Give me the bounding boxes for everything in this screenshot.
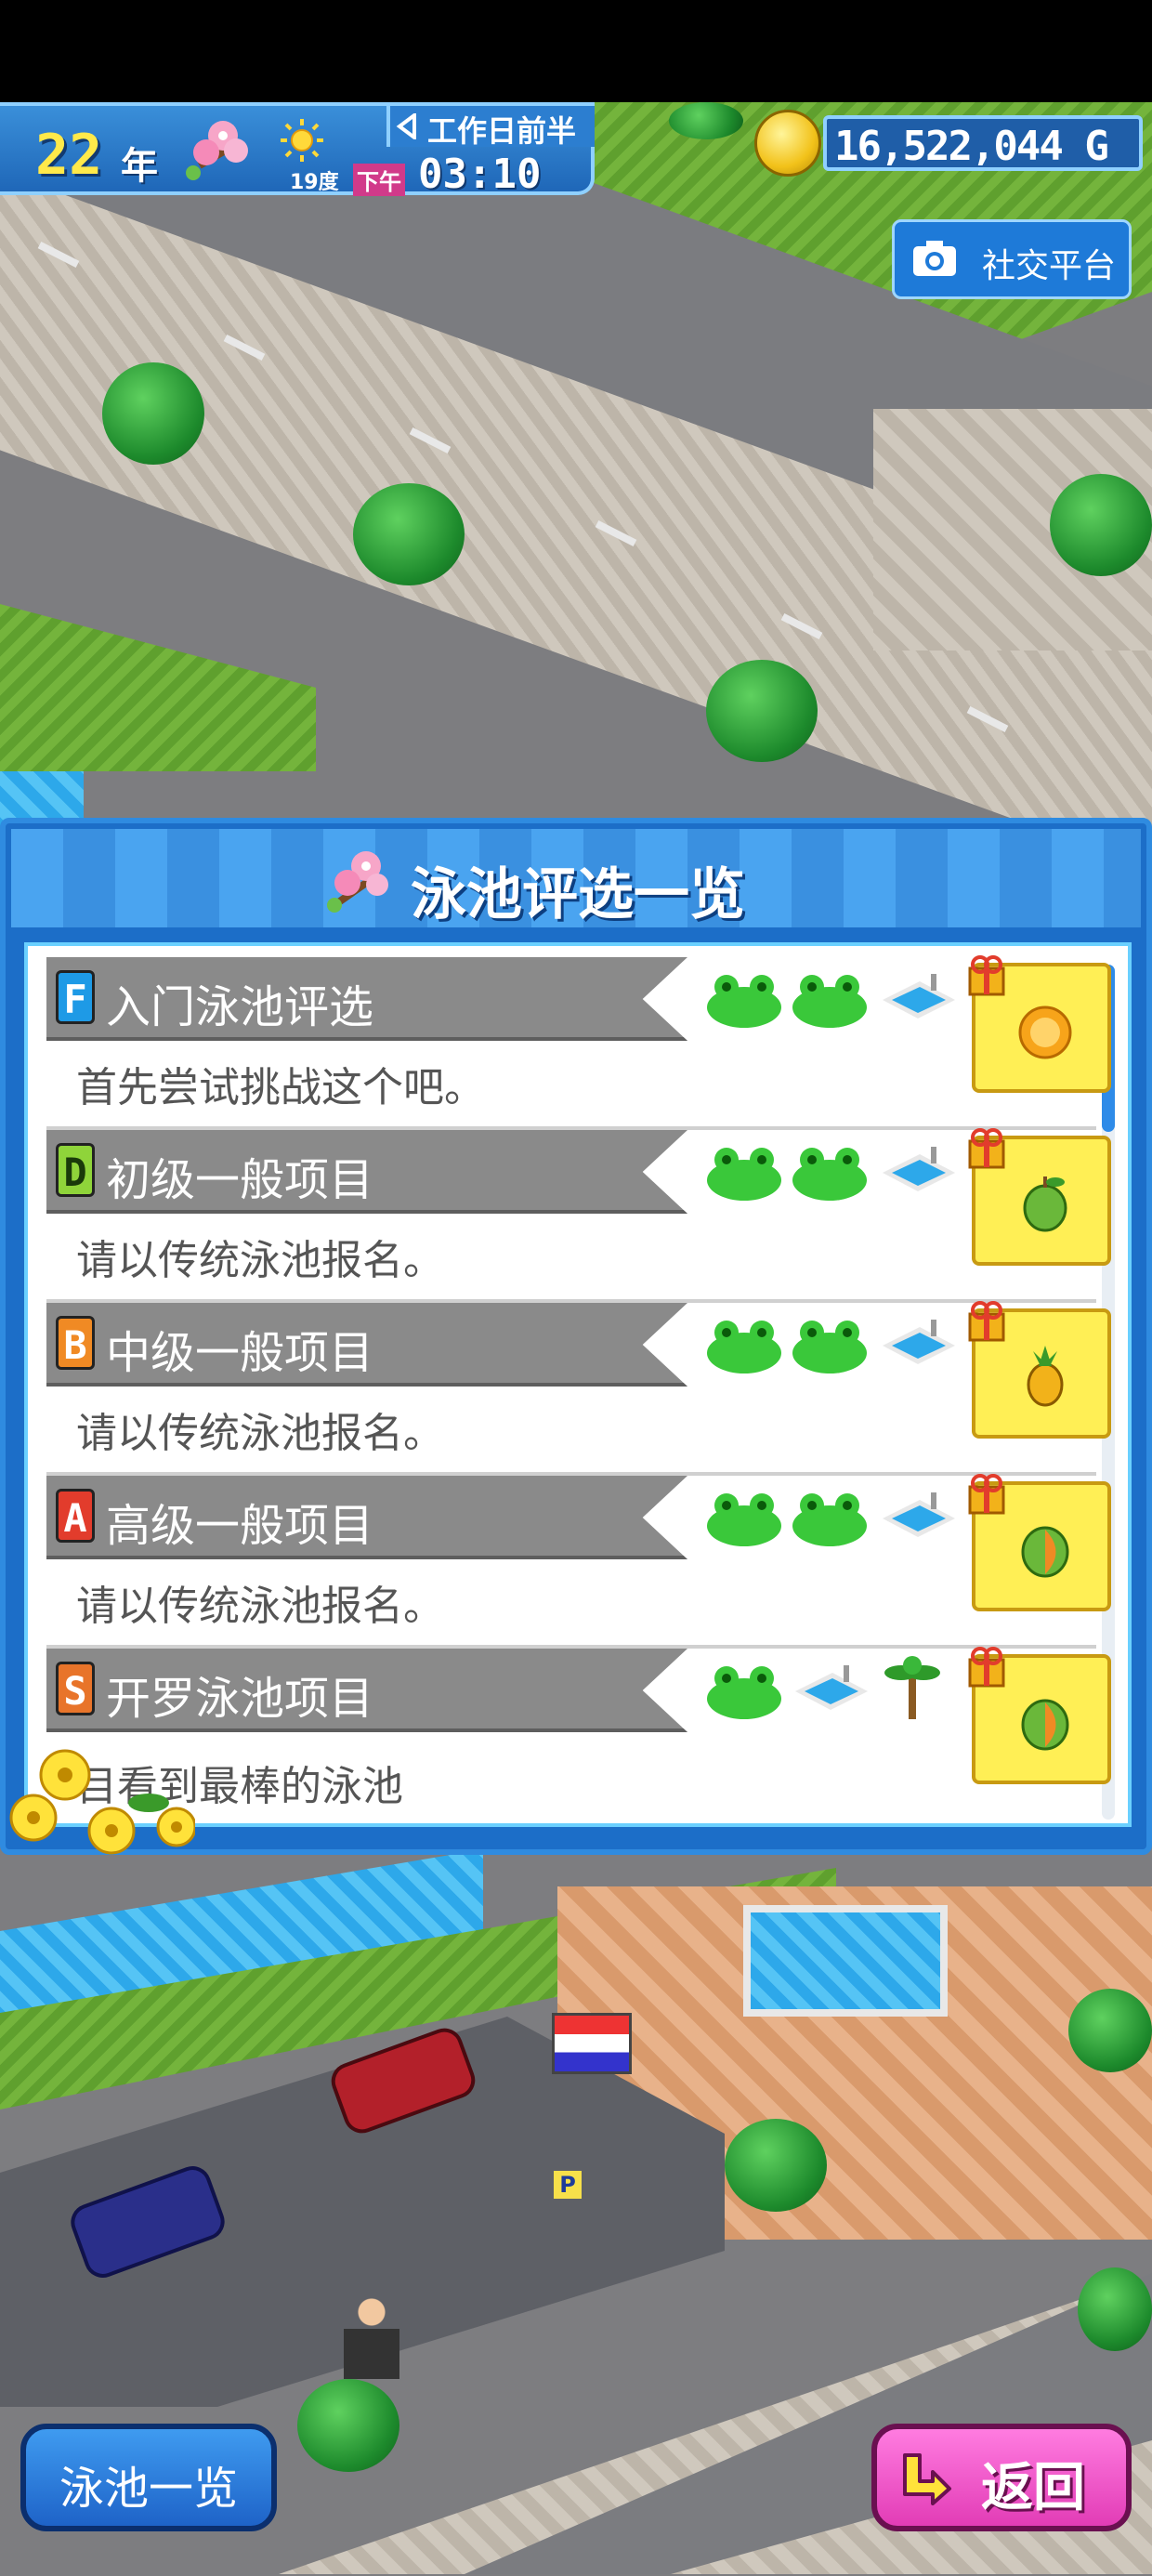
contest-item[interactable]: B 中级一般项目 请以传统泳池报名。: [46, 1301, 1111, 1476]
frog-rank-icon: [707, 1148, 781, 1201]
cherry-blossom-icon: [327, 851, 388, 913]
pool-icon: [883, 1147, 955, 1191]
grade-badge: B: [56, 1316, 95, 1370]
contest-title: 初级一般项目: [106, 1154, 374, 1206]
pool-list-button[interactable]: 泳池一览: [20, 2424, 277, 2531]
hud-period-tab: 工作日前半: [386, 106, 595, 149]
flag-sign: [552, 2013, 632, 2074]
hud-period-label: 工作日前半: [427, 113, 577, 149]
grade-badge: F: [56, 970, 95, 1024]
dialog-header: 泳池评选一览: [11, 829, 1141, 927]
frog-rank-icon: [707, 1321, 781, 1373]
status-bar: [0, 0, 1152, 102]
frog-rank-icon: [707, 1493, 781, 1546]
contest-item[interactable]: A 高级一般项目 请以传统泳池报名。: [46, 1474, 1111, 1649]
hud-ampm: 下午: [353, 164, 405, 196]
sun-weather-icon: [281, 119, 323, 162]
contest-description: 请以传统泳池报名。: [76, 1583, 444, 1630]
social-platform-label: 社交平台: [982, 247, 1117, 285]
frog-rank-icon: [792, 1493, 867, 1546]
contest-description: 请以传统泳池报名。: [76, 1410, 444, 1457]
contest-item[interactable]: S 开罗泳池项目 目看到最棒的泳池: [46, 1647, 1111, 1821]
orange-icon: [1018, 1005, 1072, 1059]
frog-rank-icon: [707, 1666, 781, 1719]
gift-icon: [968, 955, 1005, 996]
contest-description: 首先尝试挑战这个吧。: [76, 1064, 485, 1111]
money-value: 16,522,044 G: [834, 123, 1109, 170]
pool-icon: [795, 1665, 868, 1710]
frog-rank-icon: [792, 975, 867, 1028]
grade-badge: S: [56, 1662, 95, 1715]
gift-icon: [968, 1647, 1005, 1688]
hud-year: 22: [35, 123, 103, 188]
contest-title: 入门泳池评选: [106, 981, 374, 1033]
gold-coin-icon: [754, 110, 821, 177]
papaya-icon: [1021, 1699, 1069, 1751]
hud-date-time-panel: 22 年 19度 下午 03:10 工作日前半: [0, 102, 595, 198]
people-walking: [344, 2295, 399, 2379]
back-button[interactable]: 返回: [871, 2424, 1132, 2531]
social-platform-button[interactable]: 社交平台: [892, 219, 1132, 299]
cherry-blossom-icon: [186, 121, 248, 180]
frog-rank-icon: [707, 975, 781, 1028]
pool-list-label: 泳池一览: [59, 2463, 238, 2515]
gift-icon: [968, 1301, 1005, 1342]
pool-icon: [883, 1492, 955, 1537]
contest-title: 高级一般项目: [106, 1500, 374, 1552]
pool-icon: [883, 1320, 955, 1364]
back-label: 返回: [981, 2458, 1085, 2518]
papaya-icon: [1021, 1526, 1069, 1578]
reward-box[interactable]: [968, 1128, 1111, 1266]
green-apple-icon: [1023, 1176, 1067, 1232]
pool-icon: [883, 974, 955, 1019]
hud-time: 03:10: [418, 151, 542, 198]
hud-year-unit: 年: [121, 145, 158, 188]
contest-item[interactable]: F 入门泳池评选 首先尝试挑战这个吧。: [46, 955, 1111, 1130]
grade-badge: D: [56, 1143, 95, 1197]
pineapple-icon: [1027, 1346, 1064, 1407]
reward-box[interactable]: [968, 955, 1111, 1093]
frog-rank-icon: [792, 1321, 867, 1373]
return-arrow-icon: [903, 2453, 951, 2505]
gift-icon: [968, 1128, 1005, 1169]
parking-sign-icon: P: [554, 2171, 582, 2199]
reward-box[interactable]: [968, 1474, 1111, 1611]
camera-icon: [913, 241, 956, 276]
chevron-left-icon: [396, 113, 416, 139]
contest-list[interactable]: F 入门泳池评选 首先尝试挑战这个吧。 D 初级一般项目 请以传统泳池报名。 B…: [24, 942, 1132, 1827]
palm-tree-icon: [884, 1656, 940, 1719]
money-box: 16,522,044 G: [823, 115, 1143, 171]
money-display: 16,522,044 G: [754, 108, 1143, 177]
dialog-title: 泳池评选一览: [411, 862, 745, 927]
frog-rank-icon: [792, 1148, 867, 1201]
grade-badge: A: [56, 1489, 95, 1543]
reward-box[interactable]: [968, 1301, 1111, 1439]
hud-temperature: 19度: [290, 171, 339, 194]
gift-icon: [968, 1474, 1005, 1515]
contest-description: 请以传统泳池报名。: [76, 1237, 444, 1284]
reward-box[interactable]: [968, 1647, 1111, 1784]
contest-title: 开罗泳池项目: [106, 1673, 374, 1725]
contest-item[interactable]: D 初级一般项目 请以传统泳池报名。: [46, 1128, 1111, 1303]
yellow-flowers-decoration: [9, 1749, 195, 1855]
pool-contest-list-dialog: 泳池评选一览 F 入门泳池评选 首先尝试挑战这个吧。 D 初级一般项目 请以传统…: [0, 818, 1152, 1855]
contest-title: 中级一般项目: [106, 1327, 374, 1379]
